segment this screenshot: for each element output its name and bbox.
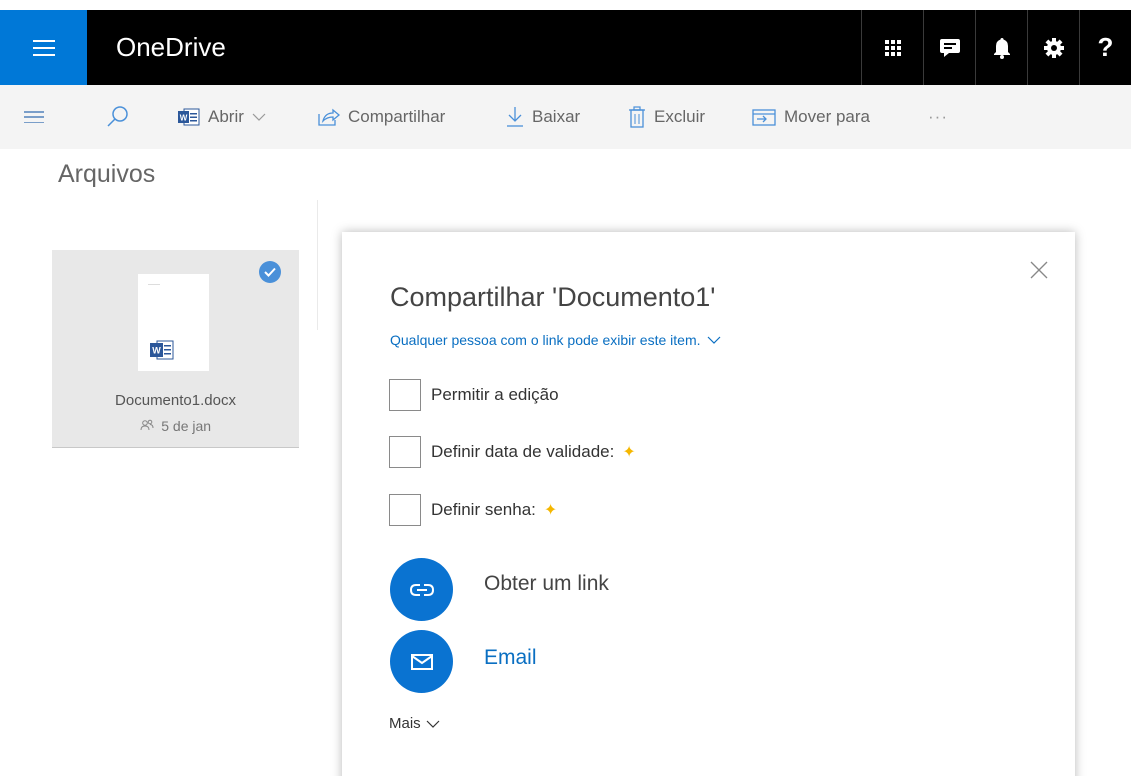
- move-icon: [752, 108, 776, 126]
- password-label: Definir senha:: [431, 500, 536, 519]
- move-label: Mover para: [784, 107, 870, 126]
- delete-label: Excluir: [654, 107, 706, 126]
- settings-button[interactable]: [1027, 10, 1079, 85]
- expiry-date-label: Definir data de validade:: [431, 442, 615, 461]
- svg-text:W: W: [180, 114, 188, 123]
- link-icon: [390, 558, 453, 621]
- link-permission-dropdown[interactable]: Qualquer pessoa com o link pode exibir e…: [390, 332, 721, 348]
- share-panel: Compartilhar 'Documento1' Qualquer pesso…: [342, 232, 1075, 776]
- password-option: Definir senha: ✦: [389, 494, 557, 526]
- download-icon: [506, 106, 524, 128]
- share-icon: [318, 108, 340, 126]
- brand-title[interactable]: OneDrive: [116, 10, 226, 85]
- file-thumbnail: W: [138, 274, 209, 371]
- allow-edit-label: Permitir a edição: [431, 385, 559, 404]
- command-bar: W Abrir Compartilhar Baixar Excluir Move…: [0, 85, 1131, 149]
- selected-check-icon[interactable]: [259, 261, 281, 283]
- download-label: Baixar: [532, 107, 581, 126]
- app-launcher-button[interactable]: [0, 10, 87, 85]
- expiry-date-option: Definir data de validade: ✦: [389, 436, 636, 468]
- help-button[interactable]: ?: [1079, 10, 1131, 85]
- help-icon: ?: [1097, 32, 1114, 62]
- svg-text:W: W: [152, 346, 161, 356]
- feedback-button[interactable]: [923, 10, 975, 85]
- more-commands-button[interactable]: ···: [928, 85, 948, 149]
- share-command[interactable]: Compartilhar: [318, 85, 445, 149]
- get-link-action[interactable]: Obter um link: [390, 558, 609, 621]
- bell-icon: [993, 37, 1010, 59]
- feedback-icon: [939, 38, 960, 57]
- close-button[interactable]: [1029, 260, 1049, 280]
- file-date: 5 de jan: [161, 418, 212, 434]
- notifications-button[interactable]: [975, 10, 1027, 85]
- allow-edit-option: Permitir a edição: [389, 379, 559, 411]
- hamburger-icon[interactable]: [24, 111, 44, 123]
- shared-people-icon: [140, 419, 157, 434]
- more-options-toggle[interactable]: Mais: [389, 715, 440, 732]
- open-command[interactable]: W Abrir: [178, 85, 266, 149]
- chevron-down-icon: [707, 336, 721, 344]
- file-tile[interactable]: W Documento1.docx 5 de jan: [52, 250, 299, 448]
- word-icon: W: [178, 108, 200, 126]
- chevron-down-icon: [252, 113, 266, 121]
- divider: [317, 200, 318, 330]
- file-name[interactable]: Documento1.docx: [52, 392, 299, 409]
- search-button[interactable]: [106, 105, 130, 134]
- allow-edit-checkbox[interactable]: [389, 379, 421, 411]
- mail-icon: [390, 630, 453, 693]
- app-launcher-icon: [32, 39, 55, 56]
- apps-button[interactable]: [861, 10, 923, 85]
- gear-icon: [1043, 37, 1064, 58]
- search-icon: [107, 106, 128, 127]
- get-link-label: Obter um link: [484, 572, 609, 595]
- open-label: Abrir: [208, 107, 244, 126]
- move-command[interactable]: Mover para: [752, 85, 870, 149]
- more-options-label: Mais: [389, 715, 421, 732]
- download-command[interactable]: Baixar: [506, 85, 580, 149]
- thumbnail-line: [148, 284, 160, 285]
- close-icon: [1030, 261, 1048, 279]
- link-permission-label: Qualquer pessoa com o link pode exibir e…: [390, 332, 701, 348]
- page-title: Arquivos: [58, 160, 156, 188]
- delete-command[interactable]: Excluir: [628, 85, 705, 149]
- file-meta: 5 de jan: [52, 418, 299, 434]
- email-label: Email: [484, 646, 537, 669]
- premium-star-icon: ✦: [622, 444, 636, 461]
- password-checkbox[interactable]: [389, 494, 421, 526]
- email-action[interactable]: Email: [390, 630, 537, 693]
- chevron-down-icon: [426, 720, 440, 728]
- suite-bar-actions: ?: [861, 10, 1131, 85]
- suite-bar: OneDrive ?: [0, 10, 1131, 85]
- word-icon: W: [150, 340, 174, 365]
- share-title: Compartilhar 'Documento1': [390, 282, 716, 312]
- premium-star-icon: ✦: [543, 502, 558, 519]
- onedrive-page: OneDrive ? W Abrir Compartilhar Baixar E…: [0, 0, 1131, 776]
- trash-icon: [628, 106, 646, 128]
- share-label: Compartilhar: [348, 107, 446, 126]
- expiry-date-checkbox[interactable]: [389, 436, 421, 468]
- apps-grid-icon: [884, 39, 901, 56]
